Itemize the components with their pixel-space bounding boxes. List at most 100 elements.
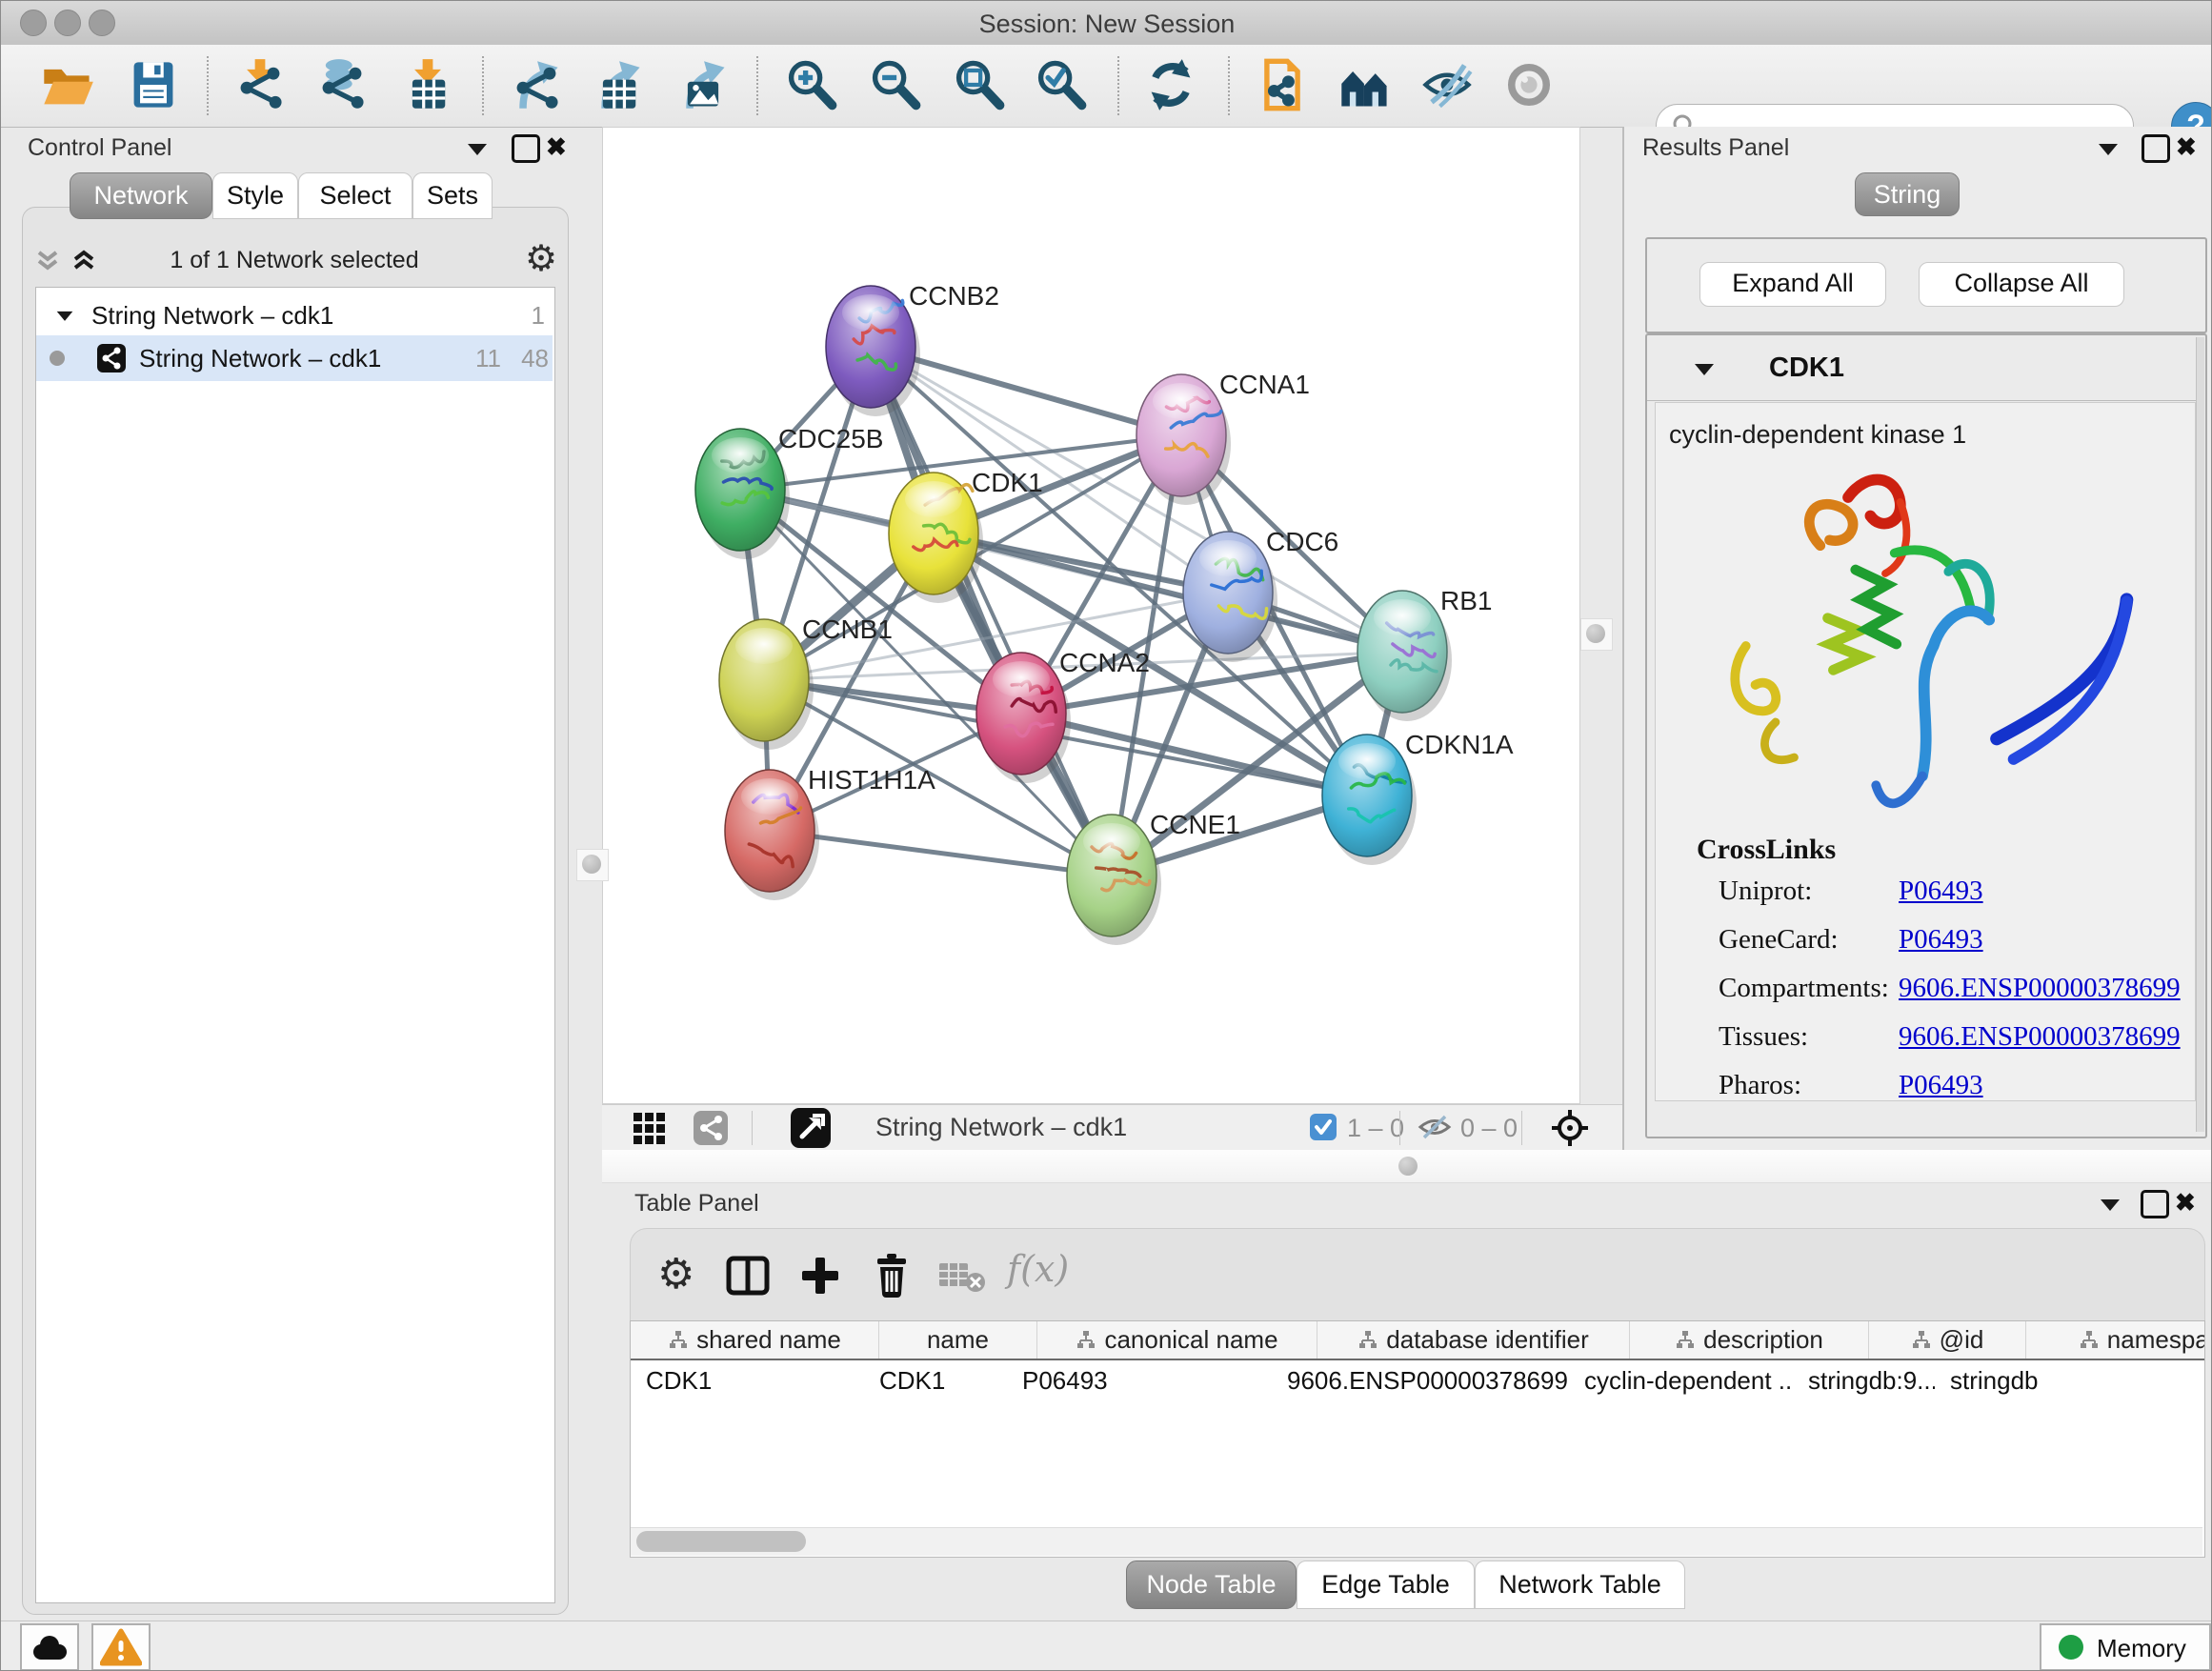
control-panel-close-icon[interactable]: ✖	[546, 134, 567, 159]
share-network-icon[interactable]	[693, 1110, 729, 1146]
zoom-fit-button[interactable]	[951, 57, 1006, 112]
zoom-out-button[interactable]	[867, 57, 922, 112]
table-cell[interactable]: CDK1	[631, 1360, 864, 1402]
tab-network[interactable]: Network	[70, 172, 212, 219]
table-cell[interactable]: P06493	[1007, 1360, 1272, 1402]
column-header-shared-name[interactable]: shared name	[631, 1321, 879, 1359]
network-canvas[interactable]: CCNB2CCNA1CDC25BCDK1CDC6RB1CCNB1CCNA2CDK…	[602, 127, 1580, 1104]
toolbar-separator	[207, 56, 209, 115]
crosslink-value[interactable]: 9606.ENSP00000378699	[1899, 973, 2181, 1004]
horizontal-splitter[interactable]	[602, 1150, 2212, 1183]
delete-column-trash-icon[interactable]	[871, 1252, 913, 1298]
zoom-selected-button[interactable]	[1033, 57, 1088, 112]
selected-nodes-checkbox-icon[interactable]	[1309, 1113, 1337, 1141]
cloud-button[interactable]	[20, 1623, 79, 1671]
edge-HIST1H1A-CCNE1[interactable]	[770, 831, 1112, 876]
share-document-button[interactable]	[1255, 57, 1310, 112]
table-panel-close-icon[interactable]: ✖	[2175, 1190, 2196, 1215]
node-CDC6[interactable]: CDC6	[1183, 527, 1338, 662]
refresh-button[interactable]	[1143, 57, 1198, 112]
node-CCNA1[interactable]: CCNA1	[1136, 370, 1310, 505]
node-HIST1H1A[interactable]: HIST1H1A	[725, 765, 935, 900]
tab-sets[interactable]: Sets	[412, 172, 493, 219]
birdseye-view-icon[interactable]	[790, 1107, 832, 1149]
table-panel-maximize-icon[interactable]	[2141, 1190, 2169, 1218]
table-cell[interactable]: cyclin-dependent ...	[1569, 1360, 1793, 1402]
column-header-description[interactable]: description	[1630, 1321, 1869, 1359]
column-header-name[interactable]: name	[879, 1321, 1037, 1359]
title-bar[interactable]: Session: New Session	[1, 1, 2212, 46]
status-bar: Memory	[1, 1621, 2212, 1671]
collapse-all-button[interactable]: Collapse All	[1919, 262, 2124, 307]
table-hscrollbar-track[interactable]	[631, 1527, 2202, 1556]
node-CDKN1A[interactable]: CDKN1A	[1322, 730, 1514, 865]
table-options-gear-icon[interactable]: ⚙	[657, 1250, 694, 1299]
fit-selected-crosshair-icon[interactable]	[1550, 1108, 1590, 1148]
zoom-in-button[interactable]	[783, 57, 838, 112]
crosslink-value[interactable]: P06493	[1899, 924, 1983, 956]
warning-button[interactable]	[91, 1623, 151, 1671]
crosslink-value[interactable]: P06493	[1899, 1070, 1983, 1101]
export-image-button[interactable]	[675, 57, 731, 112]
export-table-button[interactable]	[591, 57, 646, 112]
edge-CCNA2-CDKN1A[interactable]	[1021, 714, 1367, 795]
memory-button[interactable]: Memory	[2040, 1623, 2211, 1671]
results-panel-title: Results Panel	[1642, 134, 1789, 162]
import-database-button[interactable]	[314, 57, 370, 112]
tab-style[interactable]: Style	[212, 172, 298, 219]
tab-select[interactable]: Select	[298, 172, 412, 219]
collapse-tree-icon[interactable]	[55, 308, 74, 323]
tab-string[interactable]: String	[1855, 172, 1960, 216]
node-count: 11	[463, 344, 501, 373]
control-panel-maximize-icon[interactable]	[512, 134, 540, 163]
right-splitter-handle[interactable]	[1580, 618, 1613, 651]
column-type-icon	[1076, 1330, 1096, 1351]
network-options-gear-icon[interactable]: ⚙	[525, 237, 557, 280]
control-panel-float-icon[interactable]	[466, 140, 489, 157]
import-network-button[interactable]	[232, 57, 288, 112]
save-session-button[interactable]	[126, 57, 181, 112]
results-panel-float-icon[interactable]	[2097, 140, 2120, 157]
node-CCNE1[interactable]: CCNE1	[1067, 810, 1240, 945]
results-panel-maximize-icon[interactable]	[2142, 134, 2170, 163]
tab-node-table[interactable]: Node Table	[1126, 1560, 1297, 1609]
export-network-button[interactable]	[509, 57, 564, 112]
crosslink-value[interactable]: 9606.ENSP00000378699	[1899, 1021, 2181, 1053]
export-table-icon	[591, 57, 646, 112]
homes-button[interactable]	[1337, 57, 1393, 112]
results-panel-close-icon[interactable]: ✖	[2176, 134, 2197, 159]
table-cell[interactable]: CDK1	[864, 1360, 1007, 1402]
column-header-canonical-name[interactable]: canonical name	[1037, 1321, 1317, 1359]
table-panel-float-icon[interactable]	[2099, 1196, 2122, 1213]
cdk1-section-header[interactable]: CDK1	[1647, 335, 2202, 401]
network-row-selected[interactable]: String Network – cdk1 11 48	[36, 335, 553, 381]
import-table-button[interactable]	[400, 57, 455, 112]
table-cell[interactable]: stringdb	[1935, 1360, 2182, 1402]
tab-edge-table[interactable]: Edge Table	[1297, 1560, 1475, 1609]
grid-view-icon[interactable]	[632, 1111, 666, 1145]
tab-network-table[interactable]: Network Table	[1475, 1560, 1685, 1609]
collapse-section-icon[interactable]	[1693, 360, 1716, 377]
expand-all-button[interactable]: Expand All	[1699, 262, 1886, 307]
table-cell[interactable]: stringdb:9...	[1793, 1360, 1935, 1402]
crosslink-value[interactable]: P06493	[1899, 876, 1983, 907]
hide-glasses-button[interactable]	[1419, 57, 1475, 112]
open-session-button[interactable]	[40, 57, 95, 112]
network-collection-row[interactable]: String Network – cdk1 1	[36, 295, 553, 335]
create-column-icon[interactable]	[798, 1254, 842, 1298]
column-header-@id[interactable]: @id	[1869, 1321, 2026, 1359]
edge-CCNB2-CCNE1[interactable]	[871, 347, 1112, 876]
table-cell[interactable]: 9606.ENSP00000378699	[1272, 1360, 1569, 1402]
node-CCNB2[interactable]: CCNB2	[826, 281, 999, 416]
column-header-database-identifier[interactable]: database identifier	[1317, 1321, 1630, 1359]
table-row[interactable]: CDK1CDK1P064939606.ENSP00000378699cyclin…	[631, 1360, 2182, 1402]
node-CCNB1[interactable]: CCNB1	[719, 614, 893, 750]
lens-button[interactable]	[1501, 57, 1557, 112]
column-header-namespace[interactable]: namespace	[2026, 1321, 2205, 1359]
node-CCNA2[interactable]: CCNA2	[976, 648, 1150, 783]
show-columns-icon[interactable]	[726, 1256, 770, 1296]
left-splitter-handle[interactable]	[576, 849, 609, 881]
results-scrollbar[interactable]	[2196, 337, 2204, 1132]
node-RB1[interactable]: RB1	[1357, 586, 1492, 721]
table-hscrollbar-thumb[interactable]	[636, 1531, 806, 1552]
